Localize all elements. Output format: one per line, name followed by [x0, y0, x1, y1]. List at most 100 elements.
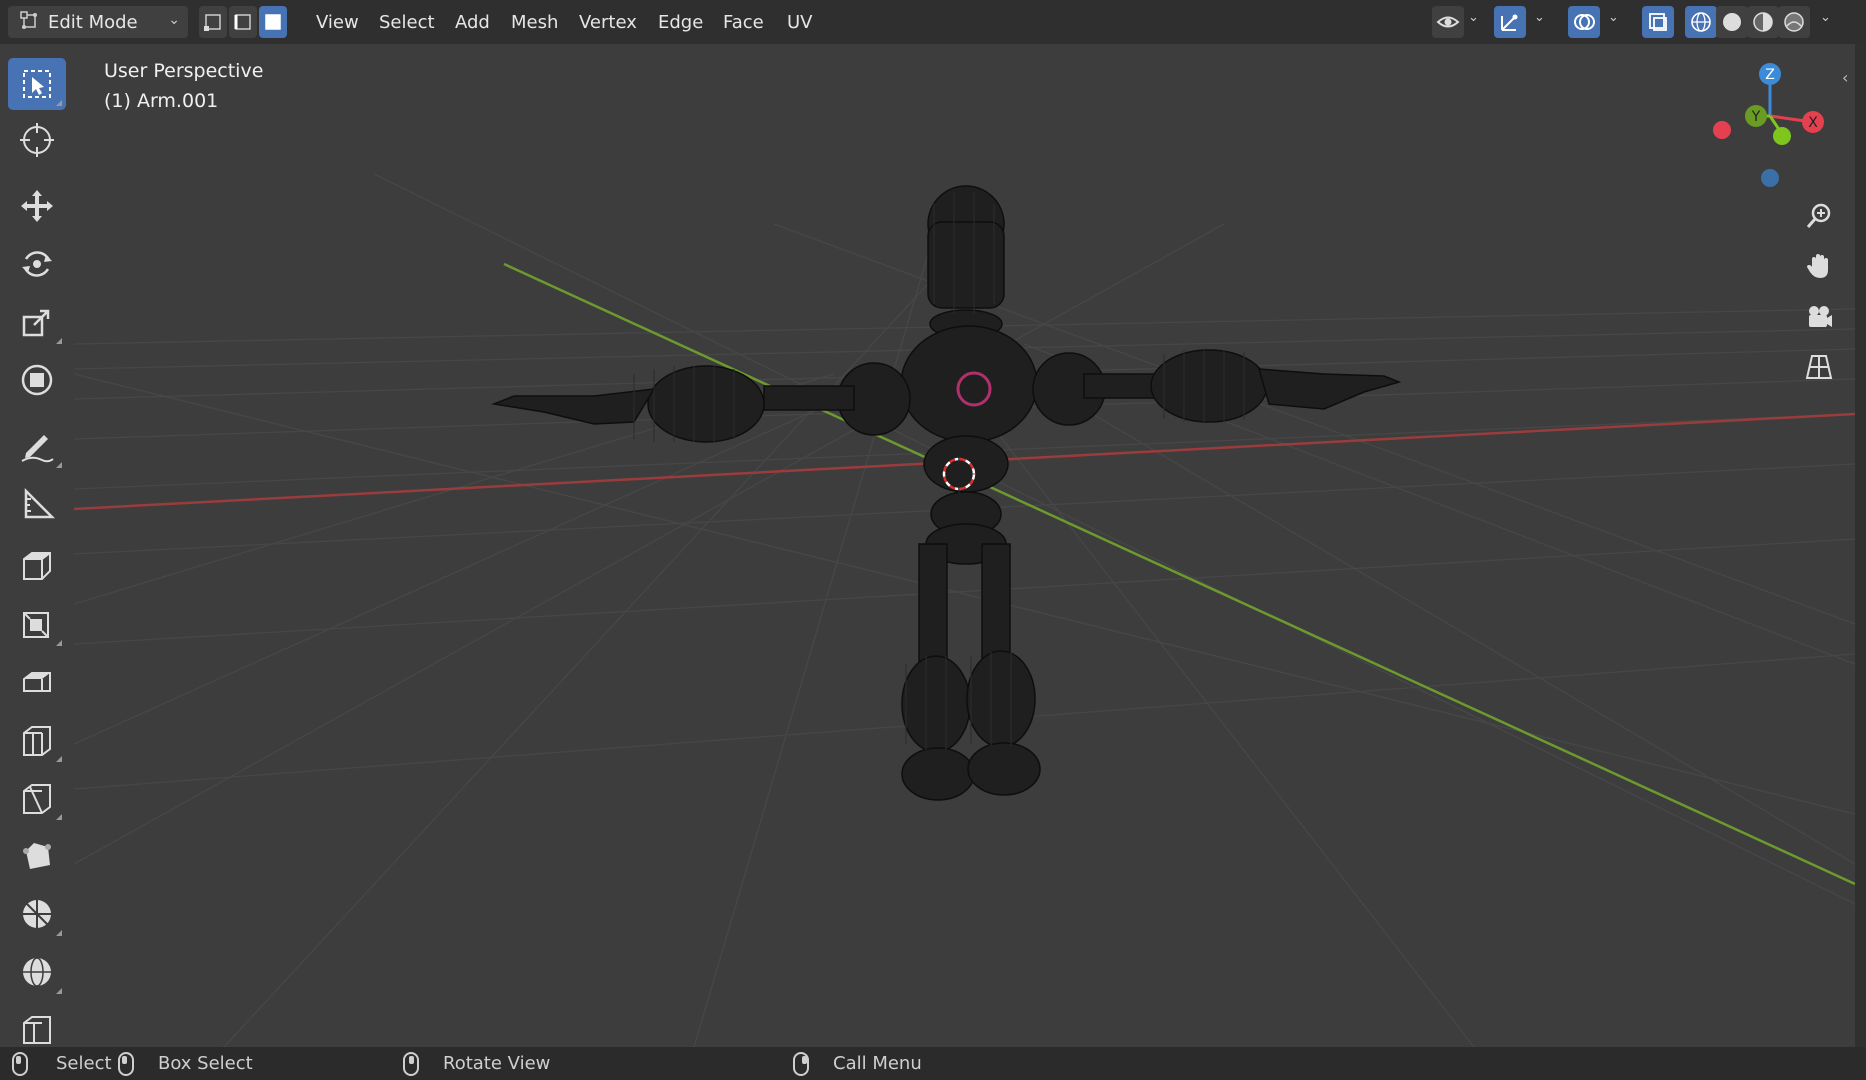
camera-view-button[interactable] — [1796, 294, 1842, 340]
vertex-select-button[interactable] — [199, 6, 227, 38]
loop-cut-icon — [23, 726, 51, 756]
menu-mesh[interactable]: Mesh — [499, 6, 570, 38]
mouse-left-icon — [12, 1051, 28, 1076]
rotate-icon — [22, 251, 52, 277]
perspective-toggle-button[interactable] — [1796, 344, 1842, 390]
gizmo-icon — [1501, 14, 1518, 31]
status-box-select-label: Box Select — [158, 1053, 253, 1074]
edge-select-button[interactable] — [229, 6, 257, 38]
inset-tool[interactable] — [8, 656, 66, 708]
edit-mode-icon — [18, 9, 40, 36]
inset-faces-icon — [23, 672, 51, 692]
viewport-info: User Perspective (1) Arm.001 — [104, 56, 263, 116]
spin-icon — [23, 900, 51, 928]
xray-icon — [1649, 13, 1667, 31]
chevron-down-icon[interactable]: ⌄ — [1468, 10, 1479, 25]
menu-vertex[interactable]: Vertex — [567, 6, 649, 38]
measure-tool[interactable] — [8, 478, 66, 530]
solid-sphere-icon — [1723, 13, 1741, 31]
mode-selector[interactable]: Edit Mode ⌄ — [8, 6, 188, 38]
vertex-select-icon — [204, 14, 221, 31]
spin-tool[interactable] — [8, 888, 66, 940]
status-box-select: Box Select — [118, 1047, 253, 1080]
grid-perspective-icon — [1805, 355, 1833, 379]
menu-uv[interactable]: UV — [775, 6, 825, 38]
move-tool[interactable] — [8, 180, 66, 232]
add-cube-tool[interactable] — [8, 540, 66, 592]
edge-slide-icon — [23, 1016, 51, 1044]
chevron-down-icon[interactable]: ⌄ — [1608, 10, 1619, 25]
menu-add[interactable]: Add — [443, 6, 502, 38]
scale-tool[interactable] — [8, 296, 66, 348]
select-box-tool[interactable] — [8, 58, 66, 110]
x-axis-label: X — [1808, 115, 1818, 131]
camera-icon — [1809, 306, 1832, 327]
rendered-sphere-icon — [1784, 12, 1804, 32]
active-object-label: (1) Arm.001 — [104, 90, 219, 112]
z-axis-label: Z — [1765, 67, 1775, 83]
viewport-scene — [74, 173, 1855, 1047]
neg-z-axis-ball — [1761, 169, 1779, 187]
knife-icon — [23, 784, 51, 814]
face-select-icon — [265, 14, 281, 30]
face-select-button[interactable] — [259, 6, 287, 38]
measure-ruler-icon — [24, 487, 56, 519]
transform-tool[interactable] — [8, 354, 66, 406]
material-sphere-icon — [1753, 12, 1773, 32]
chevron-down-icon[interactable]: ⌄ — [1534, 10, 1545, 25]
transform-icon — [21, 364, 53, 396]
tool-shelf — [0, 44, 74, 1047]
xray-toggle-button[interactable] — [1642, 6, 1674, 38]
solid-shading-button[interactable] — [1716, 6, 1748, 38]
menu-select[interactable]: Select — [367, 6, 447, 38]
wireframe-shading-button[interactable] — [1685, 6, 1717, 38]
chevron-down-icon: ⌄ — [168, 12, 180, 28]
overlays-icon — [1574, 14, 1595, 30]
mouse-drag-icon — [118, 1051, 134, 1076]
status-rotate-view-label: Rotate View — [443, 1053, 551, 1074]
status-select-label: Select — [56, 1053, 112, 1074]
pan-button[interactable] — [1796, 243, 1842, 289]
3d-viewport[interactable] — [74, 44, 1855, 1047]
zoom-magnifier-icon — [1806, 203, 1831, 228]
viewport-header: Edit Mode ⌄ View Select Add Mesh Vertex … — [0, 0, 1866, 44]
material-shading-button[interactable] — [1747, 6, 1779, 38]
neg-y-axis-ball — [1773, 127, 1791, 145]
status-rotate-view: Rotate View — [403, 1047, 550, 1080]
scale-icon — [22, 309, 50, 337]
chevron-down-icon[interactable]: ⌄ — [1820, 10, 1831, 25]
poly-build-icon — [23, 843, 51, 869]
mouse-right-icon — [793, 1051, 809, 1076]
chevron-left-icon[interactable]: ‹ — [1842, 68, 1848, 87]
menu-view[interactable]: View — [304, 6, 371, 38]
loop-cut-tool[interactable] — [8, 714, 66, 766]
menu-edge[interactable]: Edge — [646, 6, 715, 38]
cursor-tool[interactable] — [8, 114, 66, 166]
navigation-gizmo[interactable]: Z X Y — [1700, 56, 1840, 196]
view-name: User Perspective — [104, 60, 264, 82]
zoom-button[interactable] — [1796, 193, 1842, 239]
eye-icon — [1436, 16, 1460, 28]
status-call-menu-label: Call Menu — [833, 1053, 922, 1074]
y-axis-label: Y — [1751, 109, 1761, 125]
extrude-tool[interactable] — [8, 598, 66, 650]
overlays-toggle-button[interactable] — [1568, 6, 1600, 38]
mode-label: Edit Mode — [48, 11, 138, 33]
smooth-tool[interactable] — [8, 946, 66, 998]
poly-build-tool[interactable] — [8, 830, 66, 882]
select-box-icon — [23, 70, 51, 98]
gizmo-toggle-button[interactable] — [1494, 6, 1526, 38]
status-call-menu: Call Menu — [793, 1047, 922, 1080]
menu-face[interactable]: Face — [711, 6, 776, 38]
sidebar-edge[interactable] — [1855, 44, 1866, 1047]
edge-select-icon — [234, 14, 251, 30]
cursor-icon — [20, 123, 54, 157]
visibility-button[interactable] — [1432, 6, 1464, 38]
status-bar: Select Box Select Rotate View Call Menu — [0, 1047, 1866, 1080]
move-icon — [21, 190, 53, 222]
knife-tool[interactable] — [8, 772, 66, 824]
rendered-shading-button[interactable] — [1778, 6, 1810, 38]
annotate-tool[interactable] — [8, 420, 66, 472]
rotate-tool[interactable] — [8, 238, 66, 290]
wireframe-sphere-icon — [1691, 12, 1711, 32]
